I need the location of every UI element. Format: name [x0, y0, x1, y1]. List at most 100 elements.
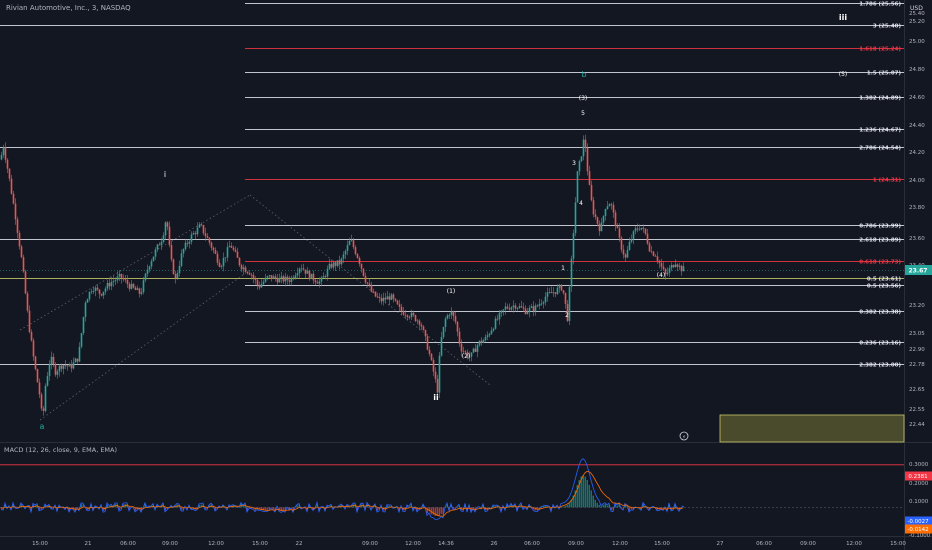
fib-level-label: 2.618 (23.89) [859, 238, 901, 244]
candle-body [306, 270, 309, 274]
support-zone-box [719, 414, 905, 443]
price-tick-label: 24.80 [909, 67, 925, 73]
candle-body [338, 260, 341, 265]
candle-body [440, 337, 443, 356]
candle-body [310, 273, 313, 280]
candle-body [336, 260, 339, 266]
candle-body [72, 362, 75, 369]
candle-body [646, 233, 649, 244]
candle-body [294, 275, 297, 279]
candle-body [634, 228, 637, 232]
candle-body [500, 310, 503, 313]
candle-body [564, 292, 567, 304]
macd-value-label: 0.2381 [908, 474, 927, 480]
candle-body [460, 343, 463, 352]
candle-body [228, 245, 231, 248]
macd-histogram-bar [606, 505, 608, 508]
candle-body [416, 320, 419, 322]
candle-body [510, 307, 513, 310]
candle-body [436, 378, 439, 393]
candle-body [54, 363, 57, 375]
macd-histogram-bar [598, 504, 600, 508]
candle-body [552, 292, 555, 294]
fib-level-label: 1.5 (25.07) [867, 71, 902, 77]
wave-label: 3 [572, 160, 576, 167]
candle-body [82, 317, 85, 334]
candle-body [252, 274, 255, 279]
macd-histogram-bar [242, 505, 244, 508]
candle-body [246, 271, 249, 273]
candle-body [250, 274, 253, 276]
candle-body [396, 300, 399, 305]
candle-body [70, 364, 73, 369]
candle-body [362, 268, 365, 276]
candle-body [206, 236, 209, 238]
candle-body [406, 315, 409, 318]
candle-body [458, 331, 461, 344]
candle-body [568, 287, 571, 321]
candle-body [2, 147, 5, 155]
candle-body [156, 244, 159, 250]
candle-body [62, 365, 65, 369]
candle-body [520, 306, 523, 308]
candle-body [618, 228, 621, 238]
candle-body [584, 139, 587, 148]
candle-body [104, 288, 107, 292]
candle-body [32, 340, 35, 357]
candle-body [534, 305, 537, 312]
candle-body [492, 328, 495, 331]
candle-body [92, 291, 95, 292]
candle-body [516, 307, 519, 309]
candle-body [484, 337, 487, 341]
candle-body [380, 297, 383, 302]
candle-body [320, 277, 323, 282]
time-tick-label: 06:00 [524, 541, 540, 547]
price-tick-label: 23.60 [909, 236, 925, 242]
fib-level-label: 0.786 (23.99) [859, 224, 901, 230]
currency-label: USD [910, 5, 923, 12]
candle-body [540, 303, 543, 305]
candle-body [418, 320, 421, 325]
candle-body [536, 305, 539, 307]
candle-body [64, 365, 67, 366]
candle-body [4, 147, 7, 160]
candle-body [402, 311, 405, 315]
macd-histogram-bar [584, 476, 586, 508]
candle-body [66, 365, 69, 367]
candle-body [76, 358, 79, 362]
candle-body [654, 255, 657, 257]
candle-body [340, 258, 343, 265]
chart-background [0, 0, 932, 550]
candle-body [330, 263, 333, 268]
candle-body [248, 272, 251, 275]
candle-body [622, 249, 625, 255]
macd-histogram-bar [582, 475, 584, 508]
candle-body [660, 263, 663, 267]
candle-body [148, 266, 151, 270]
candle-body [224, 257, 227, 259]
candle-body [22, 257, 25, 272]
candle-body [216, 253, 219, 263]
chart-stage[interactable]: 1.786 (25.56) 3 (25.40) 1.618 (25.24) 1.5 (… [0, 0, 932, 550]
time-tick-label: 15:00 [252, 541, 268, 547]
candle-body [488, 334, 491, 336]
candle-body [214, 250, 217, 254]
candle-body [278, 277, 281, 283]
candle-body [446, 315, 449, 319]
time-tick-label: 21 [85, 541, 92, 547]
candle-body [444, 318, 447, 327]
candle-body [150, 261, 153, 267]
candle-body [126, 279, 129, 285]
wave-label: (2) [462, 353, 471, 360]
candle-body [16, 219, 19, 233]
candle-body [200, 224, 203, 226]
candle-body [296, 273, 299, 276]
time-tick-label: 09:00 [568, 541, 584, 547]
chart-canvas[interactable]: 1.786 (25.56) 3 (25.40) 1.618 (25.24) 1.5 (… [0, 0, 932, 550]
candle-body [648, 243, 651, 252]
candle-body [108, 282, 111, 287]
time-tick-label: 15:00 [654, 541, 670, 547]
candle-body [638, 229, 641, 231]
candle-body [60, 365, 63, 369]
fib-level-label: 2.786 (24.54) [859, 146, 901, 152]
